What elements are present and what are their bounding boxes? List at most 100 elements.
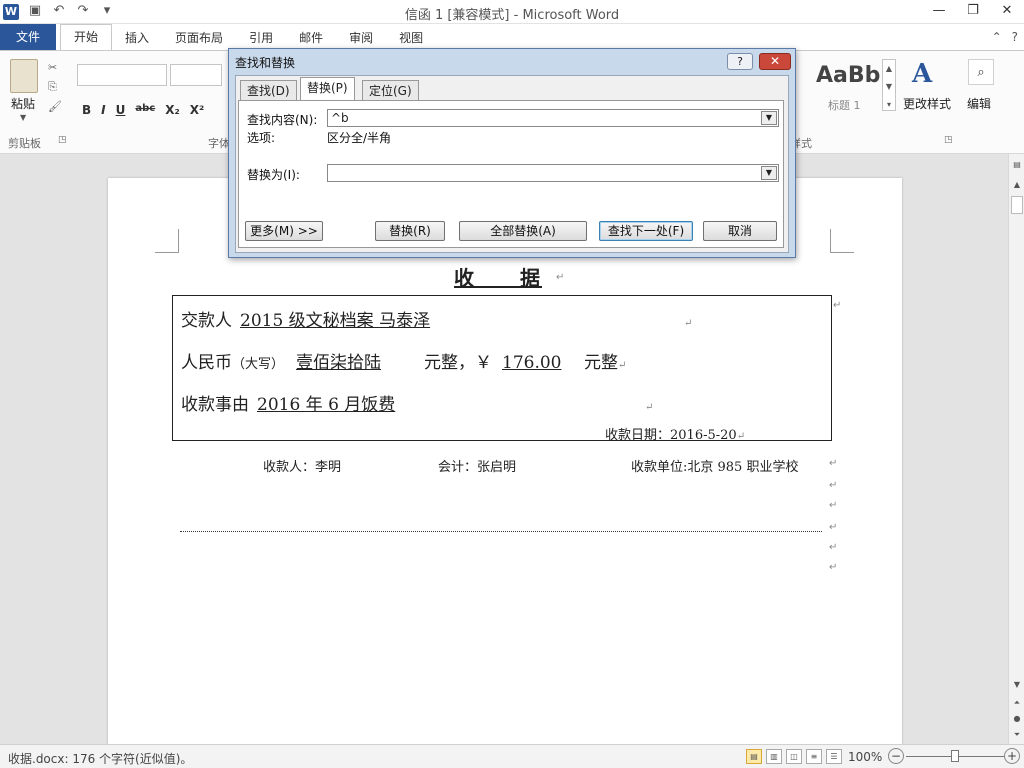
para-mark: ↵ xyxy=(829,480,838,491)
find-what-label: 查找内容(N): xyxy=(247,113,318,127)
amount-uppercase: 壹佰柒拾陆 xyxy=(296,353,382,373)
reason-label: 收款事由 xyxy=(181,395,249,415)
replace-all-button[interactable]: 全部替换(A) xyxy=(459,221,587,241)
dialog-help-button[interactable]: ? xyxy=(727,53,753,70)
italic-button[interactable]: I xyxy=(101,103,105,117)
underline-button[interactable]: U xyxy=(116,103,126,117)
para-mark: ↵ xyxy=(833,300,842,311)
minimize-ribbon-icon[interactable]: ⌃ xyxy=(992,30,1002,44)
browse-object-icon[interactable]: ● xyxy=(1009,714,1024,723)
zoom-in-icon[interactable]: + xyxy=(1004,748,1020,764)
copy-icon[interactable]: ⎘ xyxy=(48,80,62,94)
superscript-button[interactable]: X² xyxy=(190,103,205,117)
clipboard-icons: ✂ ⎘ 🖌 xyxy=(48,61,62,113)
change-styles-label[interactable]: 更改样式 xyxy=(903,95,951,112)
window-controls: — ❐ ✕ xyxy=(922,0,1024,22)
margin-corner-right xyxy=(830,229,854,253)
dialog-title: 查找和替换 xyxy=(235,56,296,70)
full-screen-reading-icon[interactable]: ▥ xyxy=(766,749,782,764)
close-window-icon[interactable]: ✕ xyxy=(990,0,1024,22)
scroll-thumb[interactable] xyxy=(1011,196,1023,214)
window-title: 信函 1 [兼容模式] - Microsoft Word xyxy=(404,8,620,23)
font-size-box[interactable] xyxy=(170,64,222,86)
styles-launcher-icon[interactable]: ◳ xyxy=(944,135,953,145)
replace-with-label: 替换为(I): xyxy=(247,168,300,182)
tab-mailings[interactable]: 邮件 xyxy=(286,26,336,50)
clipboard-launcher-icon[interactable]: ◳ xyxy=(58,135,67,145)
ruler-toggle-icon[interactable]: ▤ xyxy=(1009,160,1024,169)
tab-find[interactable]: 查找(D) xyxy=(240,80,297,100)
zoom-slider-thumb[interactable] xyxy=(951,750,959,762)
help-icon[interactable]: ? xyxy=(1012,30,1018,44)
next-page-icon[interactable]: ⏷ xyxy=(1009,730,1024,740)
find-next-button[interactable]: 查找下一处(F) xyxy=(599,221,693,241)
web-layout-icon[interactable]: ◫ xyxy=(786,749,802,764)
print-layout-view-icon[interactable]: ▤ xyxy=(746,749,762,764)
payee-signature: 收款人：李明 xyxy=(263,460,342,475)
zoom-level[interactable]: 100% xyxy=(848,750,882,764)
tab-view[interactable]: 视图 xyxy=(386,26,436,50)
cancel-button[interactable]: 取消 xyxy=(703,221,777,241)
paste-dropdown-icon[interactable]: ▼ xyxy=(20,113,26,122)
outline-view-icon[interactable]: ≡ xyxy=(806,749,822,764)
dialog-close-button[interactable]: ✕ xyxy=(759,53,791,70)
draft-view-icon[interactable]: ☰ xyxy=(826,749,842,764)
tab-references[interactable]: 引用 xyxy=(236,26,286,50)
paste-icon[interactable] xyxy=(10,59,38,93)
more-button[interactable]: 更多(M) >> xyxy=(245,221,323,241)
subscript-button[interactable]: X₂ xyxy=(165,103,180,117)
style-preview-heading1[interactable]: AaBb xyxy=(816,63,880,88)
para-mark: ↵ xyxy=(645,402,654,413)
restore-icon[interactable]: ❐ xyxy=(956,0,990,22)
para-mark: ↵ xyxy=(829,562,838,573)
tab-file[interactable]: 文件 xyxy=(0,24,57,50)
prev-page-icon[interactable]: ⏶ xyxy=(1009,698,1024,708)
tab-replace[interactable]: 替换(P) xyxy=(300,77,355,100)
margin-corner-left xyxy=(155,229,179,253)
find-what-input[interactable]: ^b xyxy=(327,109,779,127)
title-para-mark: ↵ xyxy=(556,272,565,283)
amount-line: 人民币（大写） 壹佰柒拾陆 元整，￥ 176.00 元整↵ xyxy=(181,348,626,373)
options-value: 区分全/半角 xyxy=(327,131,392,145)
status-text[interactable]: 收据.docx: 176 个字符(近似值)。 xyxy=(8,750,192,767)
edit-label[interactable]: 编辑 xyxy=(967,95,991,112)
receipt-date-text: 收款日期：2016-5-20 xyxy=(605,428,737,443)
binoculars-icon[interactable]: ⌕ xyxy=(968,59,994,85)
tab-home[interactable]: 开始 xyxy=(60,24,113,50)
font-format-buttons: B I U abc X₂ X² xyxy=(82,103,204,117)
tab-insert[interactable]: 插入 xyxy=(112,26,162,50)
cut-icon[interactable]: ✂ xyxy=(48,61,62,74)
view-buttons: ▤ ▥ ◫ ≡ ☰ xyxy=(746,749,842,764)
paste-label[interactable]: 粘贴 xyxy=(11,95,35,112)
scroll-up-icon[interactable]: ▲ xyxy=(1009,180,1024,189)
para-mark: ↵ xyxy=(829,458,838,469)
find-replace-dialog: 查找和替换 ? ✕ 查找(D) 替换(P) 定位(G) 查找内容(N): ^b … xyxy=(228,48,796,258)
strikethrough-button[interactable]: abc xyxy=(135,103,155,117)
vertical-scrollbar[interactable]: ▤ ▲ ▼ ⏶ ● ⏷ xyxy=(1008,154,1024,744)
styles-scroll[interactable]: ▲ ▼ ▾ xyxy=(882,59,896,111)
receipt-title: 收 据 xyxy=(454,266,542,290)
reason-value: 2016 年 6 月饭费 xyxy=(257,395,396,415)
reason-line: 收款事由 2016 年 6 月饭费 ↵ xyxy=(181,390,653,415)
change-styles-icon[interactable]: A xyxy=(912,59,932,89)
replace-dropdown-icon[interactable]: ▼ xyxy=(761,166,777,180)
minimize-icon[interactable]: — xyxy=(922,0,956,22)
find-dropdown-icon[interactable]: ▼ xyxy=(761,111,777,125)
tab-page-layout[interactable]: 页面布局 xyxy=(162,26,236,50)
tab-review[interactable]: 审阅 xyxy=(336,26,386,50)
clipboard-group-label: 剪贴板 xyxy=(8,137,41,150)
tab-goto[interactable]: 定位(G) xyxy=(362,80,419,100)
font-group-label: 字体 xyxy=(208,137,230,150)
status-bar: 收据.docx: 176 个字符(近似值)。 ▤ ▥ ◫ ≡ ☰ 100% − … xyxy=(0,744,1024,768)
para-mark: ↵ xyxy=(829,542,838,553)
zoom-out-icon[interactable]: − xyxy=(888,748,904,764)
scroll-down-icon[interactable]: ▼ xyxy=(1009,680,1024,689)
bold-button[interactable]: B xyxy=(82,103,91,117)
para-mark: ↵ xyxy=(829,522,838,533)
ribbon-tabs: 文件 开始 插入 页面布局 引用 邮件 审阅 视图 xyxy=(0,24,1024,50)
format-painter-icon[interactable]: 🖌 xyxy=(48,100,62,113)
font-name-box[interactable] xyxy=(77,64,167,86)
ribbon-right-icons: ⌃ ? xyxy=(992,30,1018,44)
replace-button[interactable]: 替换(R) xyxy=(375,221,445,241)
replace-with-input[interactable] xyxy=(327,164,779,182)
